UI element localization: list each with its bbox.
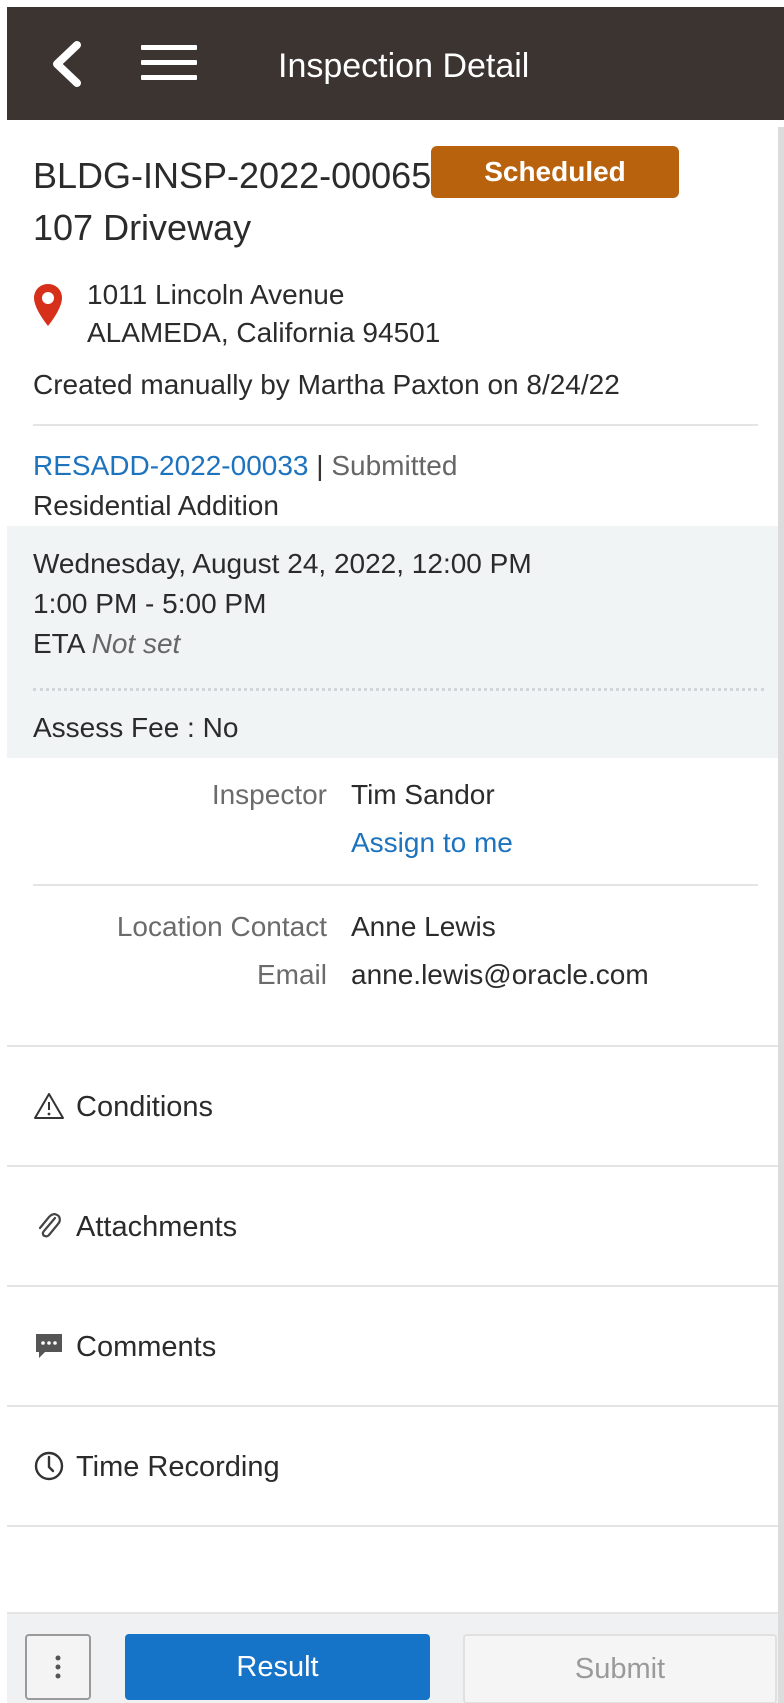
dotted-divider <box>33 688 764 691</box>
email-value: anne.lewis@oracle.com <box>351 959 649 990</box>
submit-button[interactable]: Submit <box>463 1634 777 1703</box>
eta-row: ETA Not set <box>33 628 180 660</box>
permit-info: RESADD-2022-00033 | Submitted <box>33 450 457 482</box>
result-button[interactable]: Result <box>125 1634 430 1700</box>
section-time-recording[interactable]: Time Recording <box>7 1407 784 1527</box>
inspector-value: Tim Sandor <box>351 779 495 810</box>
schedule-window: 1:00 PM - 5:00 PM <box>33 588 267 619</box>
more-actions-button[interactable] <box>25 1634 91 1700</box>
schedule-panel: Wednesday, August 24, 2022, 12:00 PM 1:0… <box>7 526 784 758</box>
status-badge: Scheduled <box>431 146 679 198</box>
hamburger-icon-line <box>141 60 197 65</box>
paperclip-icon <box>38 1213 61 1238</box>
permit-status: Submitted <box>331 450 458 481</box>
permit-separator: | <box>316 450 324 481</box>
more-vertical-icon <box>55 1655 61 1679</box>
inspection-id: BLDG-INSP-2022-00065 <box>33 155 432 196</box>
header-bar: Inspection Detail <box>7 7 784 120</box>
back-button[interactable] <box>47 41 87 87</box>
section-label: Attachments <box>76 1211 238 1243</box>
divider <box>33 424 758 426</box>
menu-button[interactable] <box>141 45 197 83</box>
divider <box>33 884 758 886</box>
app-frame: Inspection Detail BLDG-INSP-2022-00065 S… <box>7 7 784 1703</box>
clock-icon <box>34 1451 64 1481</box>
section-conditions[interactable]: Conditions <box>7 1047 784 1167</box>
inspection-name: 107 Driveway <box>33 207 252 248</box>
address-line-2: ALAMEDA, California 94501 <box>87 317 441 348</box>
chevron-left-icon <box>53 41 81 87</box>
section-label: Conditions <box>76 1091 214 1123</box>
location-contact-label: Location Contact <box>116 911 327 942</box>
location-contact-value: Anne Lewis <box>351 911 496 942</box>
address-line-1: 1011 Lincoln Avenue <box>87 279 345 310</box>
assess-fee: Assess Fee : No <box>33 712 239 743</box>
email-label: Email <box>256 959 327 990</box>
warning-icon <box>34 1093 64 1119</box>
section-attachments[interactable]: Attachments <box>7 1167 784 1287</box>
schedule-date: Wednesday, August 24, 2022, 12:00 PM <box>33 548 532 579</box>
permit-link[interactable]: RESADD-2022-00033 <box>33 450 309 481</box>
scrollbar[interactable] <box>778 127 784 1703</box>
assign-to-me-link[interactable]: Assign to me <box>351 827 513 859</box>
section-comments[interactable]: Comments <box>7 1287 784 1407</box>
section-label: Time Recording <box>76 1451 280 1483</box>
comment-icon <box>36 1334 62 1358</box>
hamburger-icon-line <box>141 45 197 50</box>
eta-label: ETA <box>33 628 84 659</box>
footer-toolbar: Result Submit <box>7 1612 784 1703</box>
permit-type: Residential Addition <box>33 490 279 521</box>
eta-value: Not set <box>91 628 181 659</box>
inspector-label: Inspector <box>211 779 327 810</box>
created-info: Created manually by Martha Paxton on 8/2… <box>33 369 620 400</box>
page-title: Inspection Detail <box>278 47 530 85</box>
location-pin-icon <box>34 284 62 326</box>
hamburger-icon-line <box>141 75 197 80</box>
section-label: Comments <box>76 1331 217 1363</box>
